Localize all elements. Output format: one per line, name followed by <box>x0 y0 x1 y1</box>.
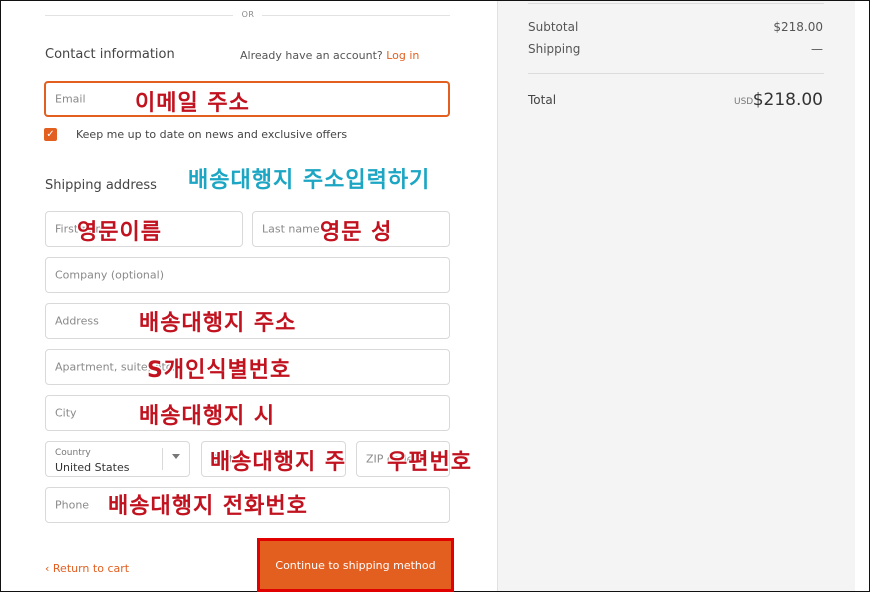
annotation-email: 이메일 주소 <box>135 91 250 116</box>
shipping-section-title: Shipping address <box>45 178 157 193</box>
shipping-label: Shipping <box>528 42 581 56</box>
newsletter-checkbox[interactable]: ✓ <box>44 128 57 141</box>
address-placeholder: Address <box>55 314 99 328</box>
phone-placeholder: Phone <box>55 498 90 512</box>
subtotal-value: $218.00 <box>773 20 823 34</box>
company-field[interactable]: Company (optional) <box>45 257 450 293</box>
country-label: Country <box>55 448 91 458</box>
chevron-left-icon: ‹ <box>45 562 50 575</box>
total-label: Total <box>528 93 557 107</box>
subtotal-label: Subtotal <box>528 20 579 34</box>
chevron-down-icon <box>172 454 180 459</box>
annotation-apartment: S개인식별번호 <box>147 358 292 383</box>
country-value: United States <box>55 461 130 474</box>
annotation-last-name: 영문 성 <box>320 220 393 245</box>
email-placeholder: Email <box>55 92 86 106</box>
account-prompt-text: Already have an account? <box>240 49 383 62</box>
annotation-state: 배송대행지 주 <box>210 450 347 475</box>
total-currency: USD <box>734 97 754 107</box>
company-placeholder: Company (optional) <box>55 268 164 282</box>
contact-section-title: Contact information <box>45 47 175 62</box>
divider-line-left <box>45 15 233 16</box>
checkmark-icon: ✓ <box>46 129 55 140</box>
select-separator <box>162 448 163 470</box>
country-select[interactable]: Country United States <box>45 441 190 477</box>
continue-button-label: Continue to shipping method <box>275 558 436 572</box>
return-to-cart-label: Return to cart <box>52 562 130 575</box>
summary-divider <box>528 73 824 74</box>
annotation-address: 배송대행지 주소 <box>139 311 297 336</box>
divider-line-right <box>262 15 450 16</box>
city-placeholder: City <box>55 406 77 420</box>
return-to-cart-link[interactable]: ‹ Return to cart <box>45 562 129 575</box>
or-divider-text: OR <box>241 10 255 19</box>
login-prompt: Already have an account? Log in <box>240 49 419 62</box>
annotation-shipping-heading: 배송대행지 주소입력하기 <box>188 168 431 193</box>
newsletter-label: Keep me up to date on news and exclusive… <box>76 128 348 141</box>
order-summary-pane: Subtotal $218.00 Shipping — Total USD $2… <box>497 1 855 591</box>
shipping-value: — <box>811 42 823 56</box>
summary-divider-top <box>528 3 824 4</box>
last-name-placeholder: Last name <box>262 222 320 236</box>
page-margin <box>855 1 869 591</box>
login-link[interactable]: Log in <box>386 49 419 62</box>
total-value: $218.00 <box>752 90 823 110</box>
annotation-phone: 배송대행지 전화번호 <box>108 494 308 519</box>
annotation-zip: 우편번호 <box>387 450 472 475</box>
continue-to-shipping-button[interactable]: Continue to shipping method <box>257 538 454 592</box>
annotation-first-name: 영문이름 <box>77 220 162 245</box>
annotation-city: 배송대행지 시 <box>139 404 276 429</box>
